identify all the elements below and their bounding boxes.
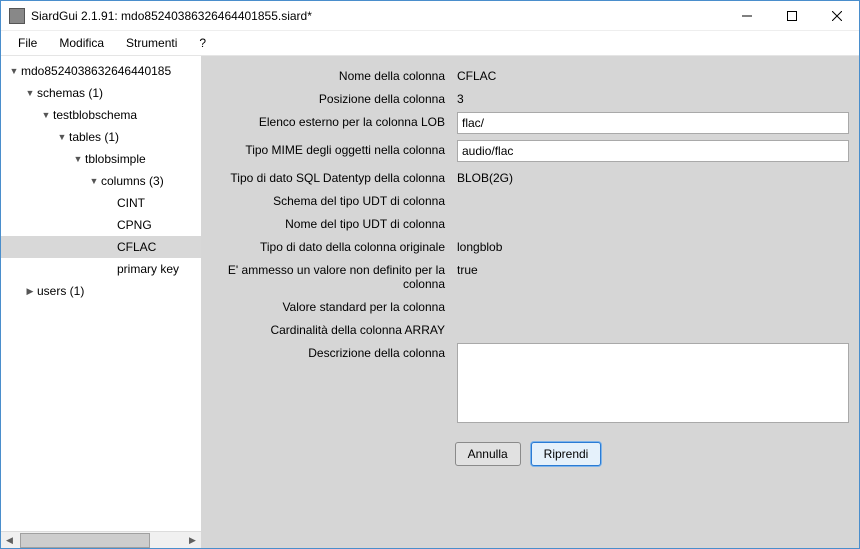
menubar: File Modifica Strumenti ? [1,31,859,56]
tree-arrow-expanded-icon[interactable]: ▼ [25,88,35,98]
tree-label: users (1) [37,284,84,298]
tree-row-cpng[interactable]: • CPNG [1,214,201,236]
tree-label: CPNG [117,218,152,232]
label-sql-type: Tipo di dato SQL Datentyp della colonna [207,168,457,185]
tree-arrow-collapsed-icon[interactable]: ▶ [25,286,35,297]
titlebar: SiardGui 2.1.91: mdo85240386326464401855… [1,1,859,31]
tree-row-root[interactable]: ▼ mdo8524038632646440185 [1,60,201,82]
form-pane: Nome della colonna CFLAC Posizione della… [201,56,859,548]
content: ▼ mdo8524038632646440185 ▼ schemas (1) ▼… [1,56,859,548]
tree-label: schemas (1) [37,86,103,100]
tree-label: primary key [117,262,179,276]
tree-row-tblobsimple[interactable]: ▼ tblobsimple [1,148,201,170]
value-column-name: CFLAC [457,66,849,83]
scroll-left-icon[interactable]: ◀ [1,533,18,548]
label-original-type: Tipo di dato della colonna originale [207,237,457,254]
label-column-name: Nome della colonna [207,66,457,83]
label-udt-name: Nome del tipo UDT di colonna [207,214,457,231]
value-udt-schema [457,191,849,194]
tree-arrow-expanded-icon[interactable]: ▼ [57,132,67,142]
label-nullable: E' ammesso un valore non definito per la… [207,260,457,291]
tree-arrow-expanded-icon[interactable]: ▼ [73,154,83,164]
label-lob-folder: Elenco esterno per la colonna LOB [207,112,457,129]
tree-label: columns (3) [101,174,164,188]
tree-label: CINT [117,196,145,210]
tree-arrow-expanded-icon[interactable]: ▼ [89,176,99,186]
window-title: SiardGui 2.1.91: mdo85240386326464401855… [31,9,724,23]
tree-row-schemas[interactable]: ▼ schemas (1) [1,82,201,104]
tree-row-tables[interactable]: ▼ tables (1) [1,126,201,148]
input-lob-folder[interactable] [457,112,849,134]
tree-row-columns[interactable]: ▼ columns (3) [1,170,201,192]
tree-row-users[interactable]: ▶ users (1) [1,280,201,302]
window-buttons [724,1,859,30]
label-udt-schema: Schema del tipo UDT di colonna [207,191,457,208]
label-mime-type: Tipo MIME degli oggetti nella colonna [207,140,457,157]
value-original-type: longblob [457,237,849,254]
tree-label: tblobsimple [85,152,146,166]
menu-tools[interactable]: Strumenti [117,33,186,53]
tree-label: mdo8524038632646440185 [21,64,171,78]
button-row: Annulla Riprendi [207,442,849,466]
menu-help[interactable]: ? [190,33,215,53]
input-mime-type[interactable] [457,140,849,162]
tree-label: tables (1) [69,130,119,144]
tree-row-cint[interactable]: • CINT [1,192,201,214]
tree-view[interactable]: ▼ mdo8524038632646440185 ▼ schemas (1) ▼… [1,56,201,531]
value-default-value [457,297,849,300]
value-column-position: 3 [457,89,849,106]
label-default-value: Valore standard per la colonna [207,297,457,314]
maximize-button[interactable] [769,1,814,30]
tree-row-cflac[interactable]: • CFLAC [1,236,201,258]
tree-label: CFLAC [117,240,156,254]
tree-label: testblobschema [53,108,137,122]
window: SiardGui 2.1.91: mdo85240386326464401855… [0,0,860,549]
tree-arrow-expanded-icon[interactable]: ▼ [9,66,19,76]
tree-pane: ▼ mdo8524038632646440185 ▼ schemas (1) ▼… [1,56,201,548]
app-icon [9,8,25,24]
label-description: Descrizione della colonna [207,343,457,360]
tree-row-primarykey[interactable]: • primary key [1,258,201,280]
scrollbar-thumb[interactable] [20,533,150,548]
minimize-button[interactable] [724,1,769,30]
apply-button[interactable]: Riprendi [531,442,602,466]
label-column-position: Posizione della colonna [207,89,457,106]
tree-horizontal-scrollbar[interactable]: ◀ ▶ [1,531,201,548]
tree-arrow-expanded-icon[interactable]: ▼ [41,110,51,120]
menu-file[interactable]: File [9,33,46,53]
value-nullable: true [457,260,849,277]
textarea-description[interactable] [457,343,849,423]
value-cardinality [457,320,849,323]
value-udt-name [457,214,849,217]
tree-row-testblobschema[interactable]: ▼ testblobschema [1,104,201,126]
value-sql-type: BLOB(2G) [457,168,849,185]
label-cardinality: Cardinalità della colonna ARRAY [207,320,457,337]
menu-edit[interactable]: Modifica [50,33,113,53]
scroll-right-icon[interactable]: ▶ [184,533,201,548]
close-button[interactable] [814,1,859,30]
cancel-button[interactable]: Annulla [455,442,521,466]
